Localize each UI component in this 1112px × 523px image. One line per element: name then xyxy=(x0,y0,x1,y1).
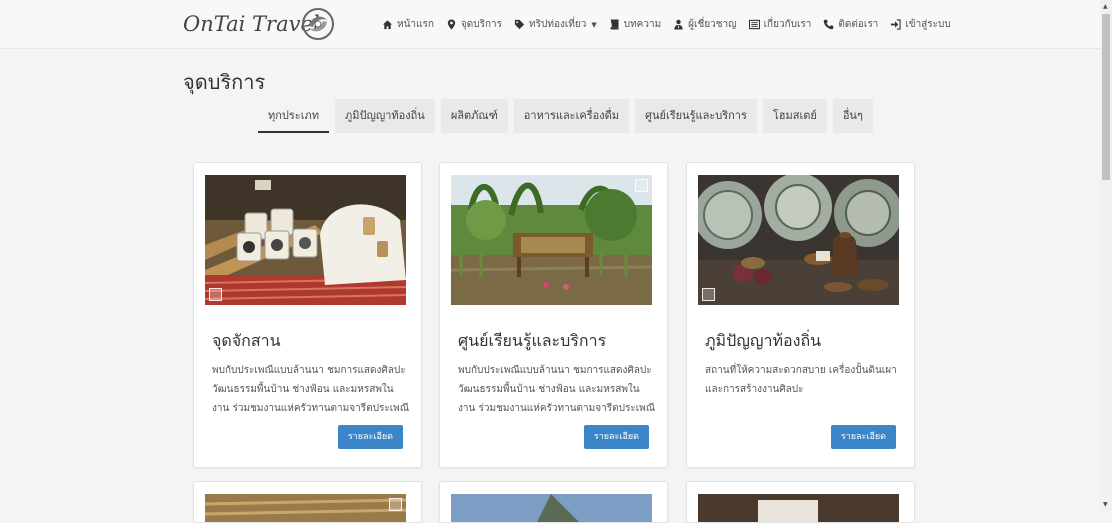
image-watermark-icon xyxy=(635,179,648,192)
service-card: ภูมิปัญญาท้องถิ่น สถานที่ให้ความสะดวกสบา… xyxy=(686,162,915,468)
nav-login[interactable]: เข้าสู่ระบบ xyxy=(890,17,951,32)
top-navbar: OnTai Travel หน้าแรก จุดบริการ ทริปท่องเ… xyxy=(0,0,1100,49)
vertical-scrollbar[interactable]: ▲ ▼ xyxy=(1100,0,1112,511)
nav-trips-dropdown[interactable]: ทริปท่องเที่ยว ▼ xyxy=(514,17,597,32)
nav-service-points-label: จุดบริการ xyxy=(460,19,503,30)
image-watermark-icon xyxy=(209,288,222,301)
nav-login-label: เข้าสู่ระบบ xyxy=(905,19,951,30)
details-button[interactable]: รายละเอียด xyxy=(337,425,403,449)
card-photo xyxy=(451,494,652,522)
nav-articles-label: บทความ xyxy=(623,19,662,30)
book-icon xyxy=(610,19,619,30)
phone-icon xyxy=(824,19,834,30)
nav-contact-us-label: ติดต่อเรา xyxy=(838,19,879,30)
card-title: ภูมิปัญญาท้องถิ่น xyxy=(705,331,822,350)
card-image[interactable] xyxy=(205,494,406,522)
nav-articles[interactable]: บทความ xyxy=(609,17,661,32)
image-watermark-icon xyxy=(389,498,402,511)
scroll-up-arrow-icon[interactable]: ▲ xyxy=(1103,3,1108,10)
home-icon xyxy=(382,20,393,30)
card-image-basketry[interactable] xyxy=(205,175,406,305)
nav-service-points[interactable]: จุดบริการ xyxy=(446,17,502,32)
tab-others[interactable]: อื่นๆ xyxy=(832,99,873,133)
login-icon xyxy=(891,19,901,30)
service-card xyxy=(439,481,668,523)
card-image-local-wisdom[interactable] xyxy=(698,175,899,305)
service-card xyxy=(193,481,422,523)
details-button[interactable]: รายละเอียด xyxy=(583,425,649,449)
service-card: จุดจักสาน พบกับประเพณีแบบล้านนา ชมการแสด… xyxy=(193,162,422,468)
scrollbar-thumb[interactable] xyxy=(1102,14,1110,180)
brand-logo-icon[interactable] xyxy=(300,6,336,42)
image-watermark-icon xyxy=(702,288,715,301)
tab-products[interactable]: ผลิตภัณฑ์ xyxy=(440,99,508,133)
scroll-down-arrow-icon[interactable]: ▼ xyxy=(1103,501,1108,508)
nav-contact-us[interactable]: ติดต่อเรา xyxy=(823,17,878,32)
nav-experts[interactable]: ผู้เชี่ยวชาญ xyxy=(673,17,737,32)
nav-trips-label: ทริปท่องเที่ยว xyxy=(529,19,587,30)
details-button[interactable]: รายละเอียด xyxy=(830,425,896,449)
tab-food-drinks[interactable]: อาหารและเครื่องดื่ม xyxy=(513,99,629,133)
page-title: จุดบริการ xyxy=(183,70,266,94)
tag-icon xyxy=(514,19,525,30)
basketry-photo xyxy=(205,175,406,305)
learning-center-photo xyxy=(451,175,652,305)
user-tie-icon xyxy=(674,19,683,30)
caret-down-icon: ▼ xyxy=(591,20,597,29)
card-description: สถานที่ให้ความสะดวกสบาย เครื่องปั้นดินเผ… xyxy=(705,365,897,395)
category-tabs: ทุกประเภท ภูมิปัญญาท้องถิ่น ผลิตภัณฑ์ อา… xyxy=(258,99,873,133)
tab-learning-center[interactable]: ศูนย์เรียนรู้และบริการ xyxy=(635,99,757,133)
tab-homestay[interactable]: โฮมสเตย์ xyxy=(762,99,827,133)
tab-all-types[interactable]: ทุกประเภท xyxy=(258,99,329,133)
tab-local-wisdom[interactable]: ภูมิปัญญาท้องถิ่น xyxy=(334,99,435,133)
nav-about-us-label: เกี่ยวกับเรา xyxy=(763,19,812,30)
nav-home-label: หน้าแรก xyxy=(397,19,434,30)
main-nav: หน้าแรก จุดบริการ ทริปท่องเที่ยว ▼ บทควา… xyxy=(382,17,951,32)
card-photo xyxy=(205,494,406,522)
card-image[interactable] xyxy=(698,494,899,522)
pottery-photo xyxy=(698,175,899,305)
nav-experts-label: ผู้เชี่ยวชาญ xyxy=(688,19,737,30)
list-icon xyxy=(748,19,760,30)
service-card xyxy=(686,481,915,523)
card-description: พบกับประเพณีแบบล้านนา ชมการแสดงศิลปะวัฒน… xyxy=(458,365,655,411)
card-image-learning-center[interactable] xyxy=(451,175,652,305)
nav-home[interactable]: หน้าแรก xyxy=(382,17,434,32)
card-description: พบกับประเพณีแบบล้านนา ชมการแสดงศิลปะวัฒน… xyxy=(212,365,409,411)
card-photo xyxy=(698,494,899,522)
card-title: ศูนย์เรียนรู้และบริการ xyxy=(458,331,607,350)
map-marker-icon xyxy=(447,19,456,30)
nav-about-us[interactable]: เกี่ยวกับเรา xyxy=(748,17,812,32)
card-image[interactable] xyxy=(451,494,652,522)
card-title: จุดจักสาน xyxy=(212,331,281,350)
service-card: ศูนย์เรียนรู้และบริการ พบกับประเพณีแบบล้… xyxy=(439,162,668,468)
